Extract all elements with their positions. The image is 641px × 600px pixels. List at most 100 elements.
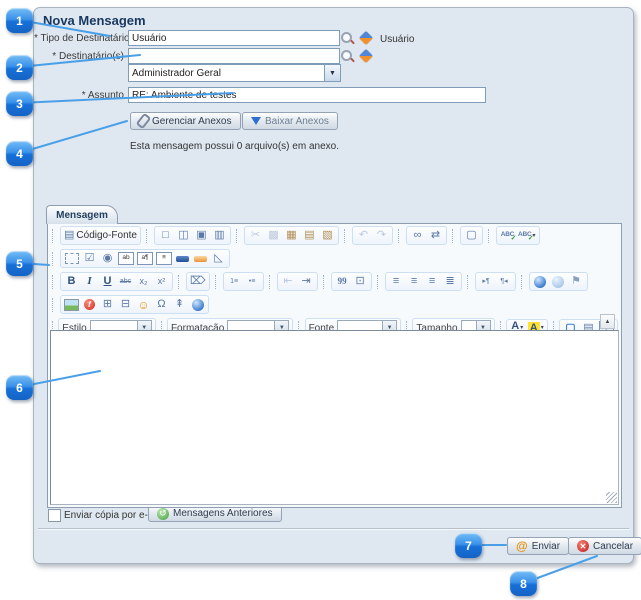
toolbar-group: ≡≡≡≣ [385, 272, 462, 291]
recipient-type-input[interactable] [128, 30, 340, 46]
paste-text-icon[interactable]: ▤ [302, 228, 317, 243]
horizontal-rule-icon[interactable]: ⊟ [118, 297, 133, 312]
cut-icon[interactable]: ✂ [248, 228, 263, 243]
editor-toolbar: ▤Código-Fonte □◫▣▥ ✂▩▦▤▧ ↶↷ ∞⇄ ▢ ABCABC▾ ☑◉aba¶… [48, 224, 621, 340]
recipients-picker-icon[interactable] [359, 49, 373, 63]
div-container-icon[interactable]: ⊡ [353, 274, 368, 289]
toolbar-grip [452, 229, 455, 243]
align-right-icon[interactable]: ≡ [425, 274, 440, 289]
callout-badge-1: 1 [6, 8, 33, 33]
toolbar-group: ▤Código-Fonte [60, 226, 141, 245]
redo-icon[interactable]: ↷ [374, 228, 389, 243]
bold-icon[interactable]: B [64, 274, 79, 289]
unlink-icon[interactable] [551, 274, 566, 289]
smiley-icon[interactable]: ☺ [136, 297, 151, 312]
print-icon[interactable]: ▣ [194, 228, 209, 243]
preview-icon[interactable]: ◫ [176, 228, 191, 243]
recipient-type-suffix: Usuário [380, 34, 414, 45]
recipients-label: * Destinatário(s) [34, 51, 124, 62]
special-char-icon[interactable]: Ω [154, 297, 169, 312]
source-icon[interactable]: ▤Código-Fonte [64, 228, 137, 243]
cancel-button[interactable]: ✕ Cancelar [568, 537, 641, 555]
spellcheck-icon[interactable]: ABC [500, 228, 515, 243]
recipients-select-value: Administrador Geral [129, 68, 324, 79]
send-copy-checkbox[interactable] [48, 509, 61, 522]
radio-icon[interactable]: ◉ [100, 251, 115, 266]
flash-icon[interactable]: f [82, 297, 97, 312]
textfield-icon[interactable]: ab [118, 251, 134, 266]
find-icon[interactable]: ∞ [410, 228, 425, 243]
templates-icon[interactable]: ▥ [212, 228, 227, 243]
spellcheck-as-type-icon[interactable]: ABC▾ [518, 228, 536, 243]
recipient-type-picker-icon[interactable] [359, 31, 373, 45]
callout-badge-3: 3 [6, 91, 33, 116]
rich-text-editor: ▤Código-Fonte □◫▣▥ ✂▩▦▤▧ ↶↷ ∞⇄ ▢ ABCABC▾ ☑◉aba¶… [47, 223, 622, 508]
screenshot-stage: 1 2 3 4 5 6 7 8 Nova Mensagem * Tipo de … [0, 0, 641, 600]
recipient-type-search-icon[interactable] [340, 31, 355, 46]
blockquote-icon[interactable]: 99 [335, 274, 350, 289]
recipients-input[interactable] [128, 48, 340, 64]
toolbar-group: ⚑ [529, 272, 588, 291]
undo-icon[interactable]: ↶ [356, 228, 371, 243]
image-icon[interactable] [64, 297, 79, 312]
outdent-icon[interactable]: ⇤ [281, 274, 296, 289]
button-icon[interactable] [175, 251, 190, 266]
chevron-down-icon[interactable]: ▼ [324, 65, 340, 81]
ltr-icon[interactable]: ▸¶ [479, 274, 494, 289]
rtl-icon[interactable]: ¶◂ [497, 274, 512, 289]
align-center-icon[interactable]: ≡ [407, 274, 422, 289]
toolbar-grip [52, 252, 55, 266]
universal-keyboard-icon[interactable] [190, 297, 205, 312]
download-attachments-label: Baixar Anexos [265, 116, 329, 127]
italic-icon[interactable]: I [82, 274, 97, 289]
ordered-list-icon[interactable]: 1≡ [227, 274, 242, 289]
recipients-search-icon[interactable] [340, 49, 355, 64]
toolbar-grip [215, 275, 218, 289]
subject-input[interactable] [128, 87, 486, 103]
download-attachments-button[interactable]: Baixar Anexos [242, 112, 338, 130]
underline-icon[interactable]: U [100, 274, 115, 289]
image-button-icon[interactable] [193, 251, 208, 266]
copy-icon[interactable]: ▩ [266, 228, 281, 243]
link-icon[interactable] [533, 274, 548, 289]
superscript-icon[interactable]: x² [154, 274, 169, 289]
unordered-list-icon[interactable]: •≡ [245, 274, 260, 289]
textarea-icon[interactable]: a¶ [137, 251, 153, 266]
align-left-icon[interactable]: ≡ [389, 274, 404, 289]
recipients-select[interactable]: Administrador Geral ▼ [128, 64, 341, 82]
hidden-field-icon[interactable]: ◺ [211, 251, 226, 266]
toolbar-grip [467, 275, 470, 289]
manage-attachments-label: Gerenciar Anexos [152, 116, 232, 127]
replace-icon[interactable]: ⇄ [428, 228, 443, 243]
tab-mensagem[interactable]: Mensagem [46, 205, 118, 224]
align-justify-icon[interactable]: ≣ [443, 274, 458, 289]
remove-format-icon[interactable]: ⌦ [190, 274, 206, 289]
paste-icon[interactable]: ▦ [284, 228, 299, 243]
toolbar-group: ✂▩▦▤▧ [244, 226, 339, 245]
send-button[interactable]: @ Enviar [507, 537, 569, 555]
collapse-toolbar-icon[interactable]: ▲ [600, 314, 615, 329]
new-page-icon[interactable]: □ [158, 228, 173, 243]
indent-icon[interactable]: ⇥ [299, 274, 314, 289]
toolbar-group: ABCABC▾ [496, 226, 540, 245]
recipient-type-label: * Tipo de Destinatário [34, 33, 124, 44]
resize-grip-icon[interactable] [606, 492, 617, 503]
select-all-icon[interactable]: ▢ [464, 228, 479, 243]
subscript-icon[interactable]: x₂ [136, 274, 151, 289]
strikethrough-icon[interactable]: abc [118, 274, 133, 289]
cancel-label: Cancelar [593, 541, 633, 552]
paste-word-icon[interactable]: ▧ [320, 228, 335, 243]
checkbox-icon[interactable]: ☑ [82, 251, 97, 266]
page-break-icon[interactable]: ⇞ [172, 297, 187, 312]
callout-badge-7: 7 [455, 533, 482, 558]
callout-badge-8: 8 [510, 571, 537, 596]
manage-attachments-button[interactable]: Gerenciar Anexos [130, 112, 241, 130]
toolbar-group: ↶↷ [352, 226, 393, 245]
table-icon[interactable]: ⊞ [100, 297, 115, 312]
toolbar-group: ▢ [460, 226, 483, 245]
editor-body[interactable] [50, 330, 619, 505]
form-icon[interactable] [64, 251, 79, 266]
toolbar-grip [488, 229, 491, 243]
anchor-icon[interactable]: ⚑ [569, 274, 584, 289]
select-field-icon[interactable]: ≡ [156, 251, 172, 266]
